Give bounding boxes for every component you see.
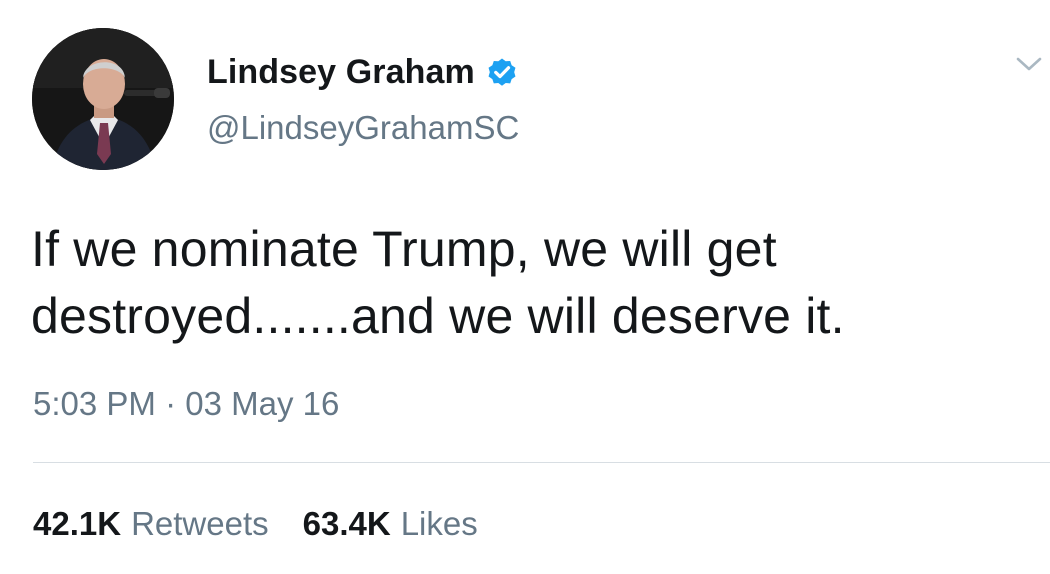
tweet-card: Lindsey Graham @LindseyGrahamSC If we no… (0, 0, 1050, 574)
retweets-stat[interactable]: 42.1K Retweets (33, 502, 269, 546)
profile-photo-icon (32, 28, 174, 170)
tweet-stats: 42.1K Retweets 63.4K Likes (33, 502, 512, 546)
likes-count: 63.4K (302, 505, 391, 542)
likes-stat[interactable]: 63.4K Likes (303, 502, 478, 546)
tweet-timestamp[interactable]: 5:03 PM · 03 May 16 (33, 382, 339, 426)
author-display-name[interactable]: Lindsey Graham (207, 50, 475, 94)
author-handle[interactable]: @LindseyGrahamSC (207, 106, 519, 150)
divider (33, 462, 1050, 463)
tweet-text: If we nominate Trump, we will get destro… (31, 216, 1031, 350)
verified-badge-icon (485, 55, 519, 89)
author-name-row: Lindsey Graham (207, 50, 519, 94)
likes-label: Likes (400, 505, 478, 542)
avatar[interactable] (32, 28, 174, 170)
tweet-text-line: If we nominate Trump, we will get (31, 221, 777, 277)
retweets-label: Retweets (131, 505, 269, 542)
chevron-down-icon[interactable] (1014, 54, 1044, 74)
tweet-text-line: destroyed.......and we will deserve it. (31, 288, 845, 344)
retweets-count: 42.1K (33, 505, 122, 542)
